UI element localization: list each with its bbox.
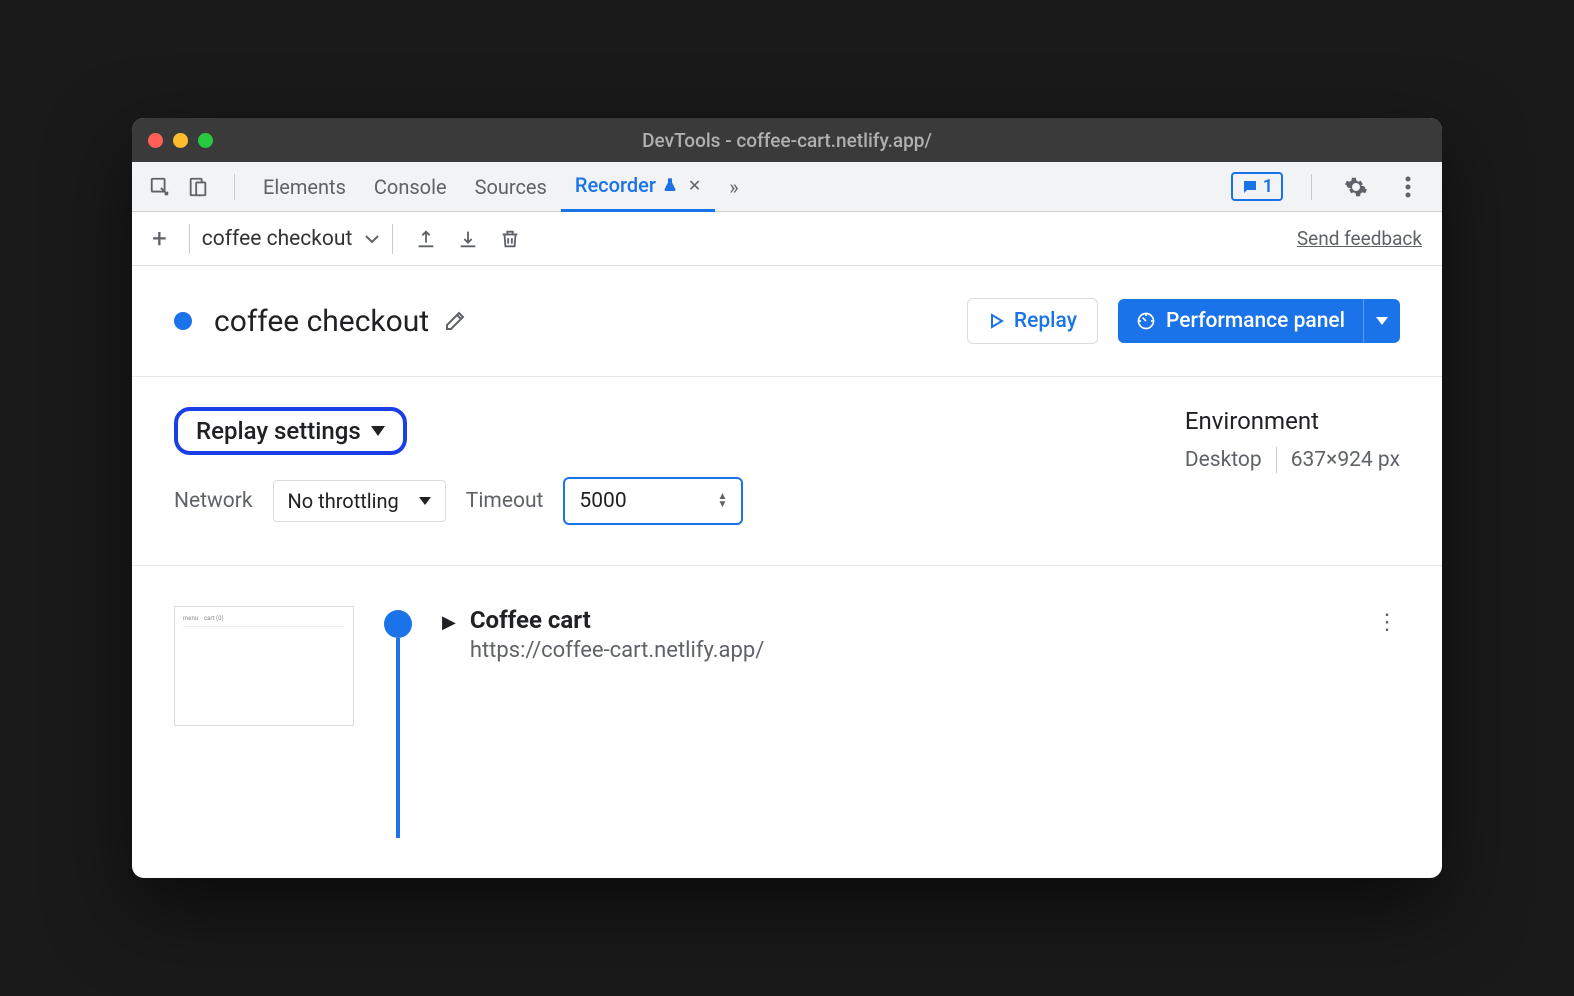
replay-settings-label: Replay settings bbox=[196, 417, 361, 445]
tab-elements[interactable]: Elements bbox=[249, 162, 360, 212]
more-tabs-button[interactable]: » bbox=[715, 162, 752, 212]
divider bbox=[1276, 447, 1277, 473]
tab-sources[interactable]: Sources bbox=[461, 162, 561, 212]
delete-button[interactable] bbox=[499, 228, 521, 250]
export-button[interactable] bbox=[415, 228, 437, 250]
device-toggle-icon[interactable] bbox=[182, 171, 214, 203]
settings-section: Replay settings Network No throttling Ti… bbox=[132, 377, 1442, 566]
steps-section: menu cart (0) ▶ Coffee cart https://coff… bbox=[132, 566, 1442, 726]
tab-console[interactable]: Console bbox=[360, 162, 461, 212]
caret-down-icon bbox=[371, 426, 385, 436]
network-label: Network bbox=[174, 489, 253, 513]
network-throttling-select[interactable]: No throttling bbox=[273, 480, 446, 522]
tab-recorder-label: Recorder bbox=[575, 173, 656, 197]
divider bbox=[234, 174, 235, 200]
chevron-down-icon bbox=[364, 234, 380, 244]
inspect-icon[interactable] bbox=[144, 171, 176, 203]
play-icon bbox=[988, 313, 1004, 329]
issues-count: 1 bbox=[1263, 176, 1273, 197]
replay-button[interactable]: Replay bbox=[967, 298, 1098, 344]
gauge-icon bbox=[1136, 311, 1156, 331]
devtools-tabbar: Elements Console Sources Recorder ✕ » 1 bbox=[132, 162, 1442, 212]
timeout-input[interactable]: 5000 ▲ ▼ bbox=[563, 477, 743, 525]
titlebar: DevTools - coffee-cart.netlify.app/ bbox=[132, 118, 1442, 162]
window-title: DevTools - coffee-cart.netlify.app/ bbox=[642, 129, 932, 152]
tab-recorder[interactable]: Recorder ✕ bbox=[561, 162, 715, 212]
step-down-icon[interactable]: ▼ bbox=[718, 501, 728, 509]
import-button[interactable] bbox=[457, 228, 479, 250]
env-viewport: 637×924 px bbox=[1291, 448, 1400, 472]
settings-icon[interactable] bbox=[1340, 171, 1372, 203]
replay-settings-toggle[interactable]: Replay settings bbox=[174, 407, 407, 455]
recording-header: coffee checkout Replay Performance panel bbox=[132, 266, 1442, 377]
performance-dropdown[interactable] bbox=[1363, 299, 1400, 343]
number-stepper[interactable]: ▲ ▼ bbox=[718, 493, 728, 509]
step-thumbnail: menu cart (0) bbox=[174, 606, 354, 726]
environment-label: Environment bbox=[1185, 407, 1400, 435]
step-title: Coffee cart bbox=[470, 606, 764, 634]
performance-label: Performance panel bbox=[1166, 309, 1345, 333]
edit-title-button[interactable] bbox=[443, 309, 467, 333]
timeout-value: 5000 bbox=[579, 489, 626, 513]
divider bbox=[1311, 174, 1312, 200]
step-more-button[interactable]: ⋮ bbox=[1376, 610, 1400, 635]
recording-title: coffee checkout bbox=[214, 304, 429, 339]
divider bbox=[189, 224, 190, 254]
recording-name: coffee checkout bbox=[202, 227, 353, 251]
performance-panel-button[interactable]: Performance panel bbox=[1118, 299, 1363, 343]
caret-down-icon bbox=[1376, 317, 1388, 325]
flask-icon bbox=[662, 177, 678, 193]
environment-panel: Environment Desktop 637×924 px bbox=[1185, 407, 1400, 525]
message-icon bbox=[1241, 178, 1259, 196]
minimize-window-button[interactable] bbox=[173, 133, 188, 148]
devtools-window: DevTools - coffee-cart.netlify.app/ Elem… bbox=[132, 118, 1442, 878]
send-feedback-link[interactable]: Send feedback bbox=[1297, 227, 1422, 250]
issues-badge[interactable]: 1 bbox=[1231, 172, 1283, 201]
replay-label: Replay bbox=[1014, 309, 1077, 333]
expand-step-button[interactable]: ▶ bbox=[442, 612, 456, 633]
recorder-toolbar: + coffee checkout Send feedback bbox=[132, 212, 1442, 266]
divider bbox=[392, 224, 393, 254]
traffic-lights bbox=[148, 133, 213, 148]
close-tab-icon[interactable]: ✕ bbox=[688, 176, 701, 195]
recording-selector[interactable]: coffee checkout bbox=[202, 227, 381, 251]
new-recording-button[interactable]: + bbox=[152, 224, 167, 254]
close-window-button[interactable] bbox=[148, 133, 163, 148]
caret-down-icon bbox=[419, 497, 431, 505]
timeout-label: Timeout bbox=[466, 489, 544, 513]
recording-status-dot bbox=[174, 312, 192, 330]
maximize-window-button[interactable] bbox=[198, 133, 213, 148]
timeline-marker bbox=[384, 610, 412, 638]
env-device: Desktop bbox=[1185, 448, 1262, 472]
more-options-icon[interactable] bbox=[1392, 171, 1424, 203]
network-value: No throttling bbox=[288, 489, 399, 513]
step-url: https://coffee-cart.netlify.app/ bbox=[470, 638, 764, 663]
